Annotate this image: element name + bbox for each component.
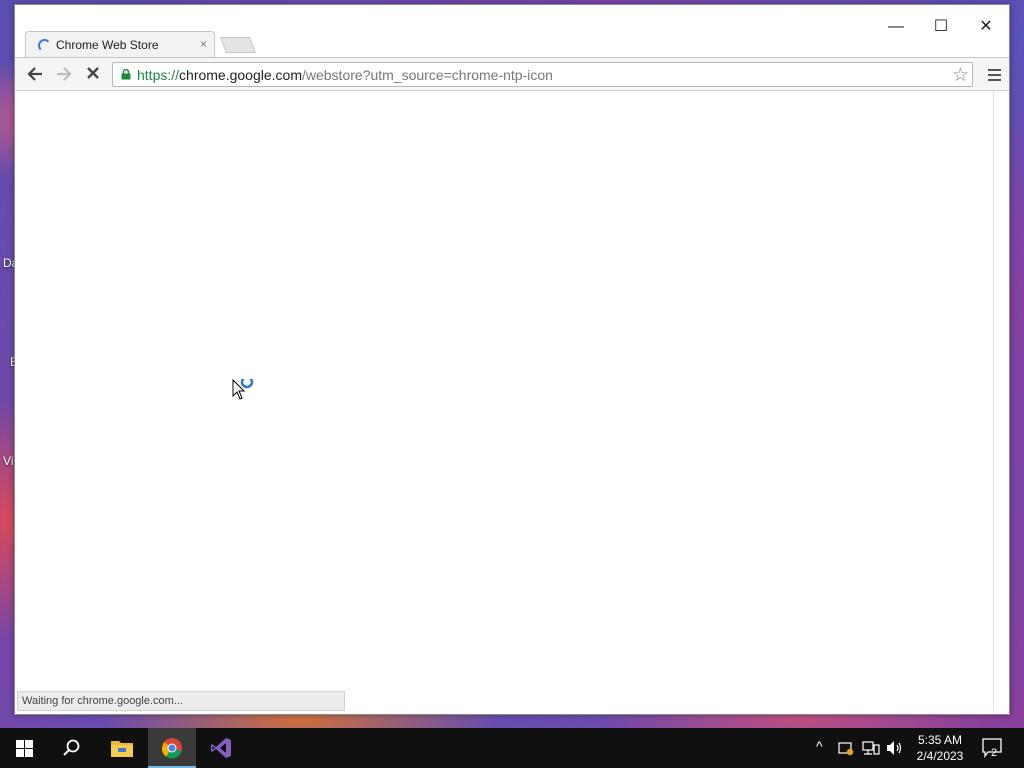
forward-button[interactable] (53, 65, 75, 85)
tab-chrome-web-store[interactable]: Chrome Web Store × (25, 31, 215, 57)
busy-cursor-icon (232, 379, 254, 400)
browser-toolbar: https://chrome.google.com/webstore?utm_s… (15, 57, 1009, 91)
stop-loading-button[interactable] (82, 65, 104, 85)
start-button[interactable] (0, 728, 48, 768)
status-bubble: Waiting for chrome.google.com... (17, 691, 345, 711)
search-icon (63, 739, 80, 756)
notification-count-badge: 2 (991, 747, 998, 759)
maximize-button[interactable]: ☐ (926, 17, 956, 37)
new-tab-button[interactable] (220, 37, 256, 53)
folder-icon (111, 741, 133, 757)
windows-logo-icon (16, 740, 33, 757)
tab-close-icon[interactable]: × (200, 37, 207, 51)
close-window-button[interactable]: ✕ (971, 17, 1001, 37)
url-path: /webstore?utm_source=chrome-ntp-icon (301, 67, 553, 83)
network-icon[interactable] (862, 740, 880, 756)
back-arrow-icon (27, 67, 42, 81)
address-bar[interactable]: https://chrome.google.com/webstore?utm_s… (112, 62, 973, 87)
tab-title: Chrome Web Store (56, 38, 159, 52)
back-button[interactable] (24, 65, 46, 85)
url-text: https://chrome.google.com/webstore?utm_s… (137, 67, 553, 83)
stop-x-icon (87, 67, 99, 79)
taskbar-visual-studio[interactable] (197, 728, 245, 768)
clock-time: 5:35 AM (917, 733, 963, 747)
chevron-up-icon[interactable]: ^ (816, 738, 823, 754)
clock-date: 2/4/2023 (916, 749, 964, 763)
chrome-menu-icon[interactable] (988, 69, 1001, 81)
title-bar[interactable]: Chrome Web Store × — ☐ ✕ (15, 5, 1009, 57)
chrome-logo-icon (161, 738, 182, 759)
forward-arrow-icon (57, 67, 72, 81)
volume-icon[interactable] (886, 740, 904, 756)
lock-icon (121, 69, 131, 80)
visual-studio-icon (211, 738, 231, 758)
chrome-window: Chrome Web Store × — ☐ ✕ https://chrome.… (14, 4, 1010, 715)
page-content (17, 91, 993, 711)
bookmark-star-icon[interactable]: ☆ (952, 64, 969, 87)
url-host: chrome.google.com (179, 67, 302, 83)
minimize-button[interactable]: — (881, 17, 911, 37)
loading-spinner-icon (38, 39, 51, 52)
vertical-scrollbar[interactable] (993, 91, 1009, 711)
search-button[interactable] (48, 728, 96, 768)
url-scheme: https:// (137, 67, 180, 83)
system-clock[interactable]: 5:35 AM 2/4/2023 (905, 732, 975, 764)
power-icon[interactable] (838, 740, 854, 756)
taskbar: ^ 5:35 AM 2/4/2023 2 (0, 728, 1024, 768)
desktop-icon-label[interactable]: Vi (3, 454, 13, 468)
taskbar-file-explorer[interactable] (98, 728, 146, 768)
taskbar-chrome[interactable] (148, 728, 196, 768)
